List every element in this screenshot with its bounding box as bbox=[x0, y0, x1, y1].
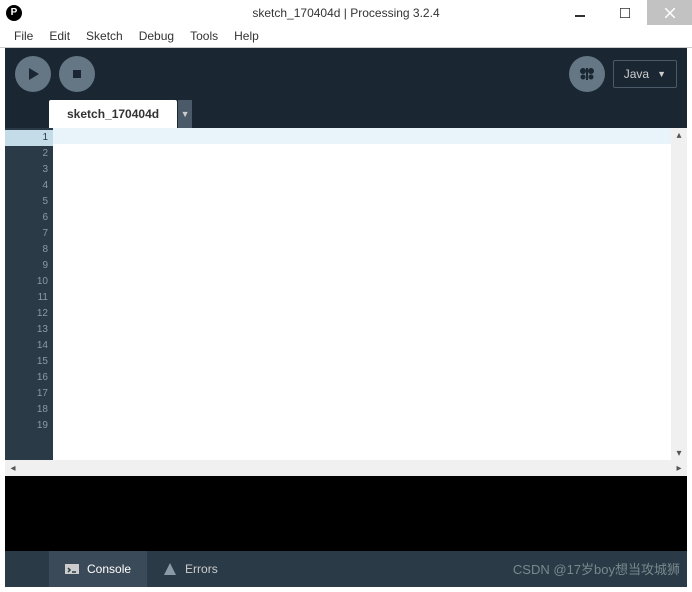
line-number: 7 bbox=[5, 226, 48, 242]
app-icon: P bbox=[6, 5, 22, 21]
menu-file[interactable]: File bbox=[6, 25, 41, 48]
butterfly-icon bbox=[578, 65, 596, 83]
window-controls bbox=[557, 0, 692, 25]
current-line-highlight bbox=[53, 128, 671, 144]
line-number: 8 bbox=[5, 242, 48, 258]
minimize-icon bbox=[575, 8, 585, 18]
minimize-button[interactable] bbox=[557, 0, 602, 25]
run-button[interactable] bbox=[15, 56, 51, 92]
line-number: 19 bbox=[5, 418, 48, 434]
menu-edit[interactable]: Edit bbox=[41, 25, 78, 48]
line-number: 5 bbox=[5, 194, 48, 210]
stop-button[interactable] bbox=[59, 56, 95, 92]
scroll-down-icon[interactable]: ▾ bbox=[671, 446, 687, 460]
menubar: FileEditSketchDebugToolsHelp bbox=[0, 25, 692, 48]
menu-help[interactable]: Help bbox=[226, 25, 267, 48]
chevron-down-icon: ▼ bbox=[657, 69, 666, 79]
debug-button[interactable] bbox=[569, 56, 605, 92]
menu-debug[interactable]: Debug bbox=[131, 25, 182, 48]
tab-active[interactable]: sketch_170404d bbox=[49, 100, 177, 128]
vertical-scrollbar[interactable]: ▴ ▾ bbox=[671, 128, 687, 460]
line-gutter: 12345678910111213141516171819 bbox=[5, 128, 53, 460]
mode-selector[interactable]: Java ▼ bbox=[613, 60, 677, 88]
line-number: 2 bbox=[5, 146, 48, 162]
editor: 12345678910111213141516171819 ▴ ▾ bbox=[5, 128, 687, 460]
app-body: Java ▼ sketch_170404d ▼ 1234567891011121… bbox=[5, 48, 687, 587]
console-icon bbox=[65, 562, 79, 576]
line-number: 1 bbox=[5, 130, 53, 146]
menu-sketch[interactable]: Sketch bbox=[78, 25, 131, 48]
line-number: 16 bbox=[5, 370, 48, 386]
maximize-button[interactable] bbox=[602, 0, 647, 25]
line-number: 10 bbox=[5, 274, 48, 290]
scroll-up-icon[interactable]: ▴ bbox=[671, 128, 687, 142]
play-icon bbox=[26, 67, 40, 81]
errors-tab[interactable]: Errors bbox=[147, 551, 234, 587]
line-number: 17 bbox=[5, 386, 48, 402]
statusbar: Console Errors bbox=[5, 551, 687, 587]
chevron-down-icon: ▼ bbox=[181, 109, 190, 119]
console-output bbox=[5, 476, 687, 551]
maximize-icon bbox=[620, 8, 630, 18]
scroll-left-icon[interactable]: ◂ bbox=[5, 463, 21, 474]
line-number: 11 bbox=[5, 290, 48, 306]
line-number: 4 bbox=[5, 178, 48, 194]
code-area[interactable] bbox=[53, 128, 671, 460]
scroll-right-icon[interactable]: ▸ bbox=[671, 463, 687, 474]
line-number: 15 bbox=[5, 354, 48, 370]
mode-label: Java bbox=[624, 67, 649, 81]
line-number: 13 bbox=[5, 322, 48, 338]
stop-icon bbox=[70, 67, 84, 81]
tabbar: sketch_170404d ▼ bbox=[5, 100, 687, 128]
close-icon bbox=[665, 8, 675, 18]
tab-dropdown[interactable]: ▼ bbox=[178, 100, 192, 128]
console-tab[interactable]: Console bbox=[49, 551, 147, 587]
console-tab-label: Console bbox=[87, 562, 131, 576]
line-number: 9 bbox=[5, 258, 48, 274]
line-number: 6 bbox=[5, 210, 48, 226]
horizontal-scrollbar[interactable]: ◂ ▸ bbox=[5, 460, 687, 476]
titlebar: P sketch_170404d | Processing 3.2.4 bbox=[0, 0, 692, 25]
warning-icon bbox=[163, 562, 177, 576]
line-number: 14 bbox=[5, 338, 48, 354]
line-number: 18 bbox=[5, 402, 48, 418]
line-number: 12 bbox=[5, 306, 48, 322]
menu-tools[interactable]: Tools bbox=[182, 25, 226, 48]
tab-label: sketch_170404d bbox=[67, 107, 159, 121]
close-button[interactable] bbox=[647, 0, 692, 25]
line-number: 3 bbox=[5, 162, 48, 178]
errors-tab-label: Errors bbox=[185, 562, 218, 576]
toolbar: Java ▼ bbox=[5, 48, 687, 100]
